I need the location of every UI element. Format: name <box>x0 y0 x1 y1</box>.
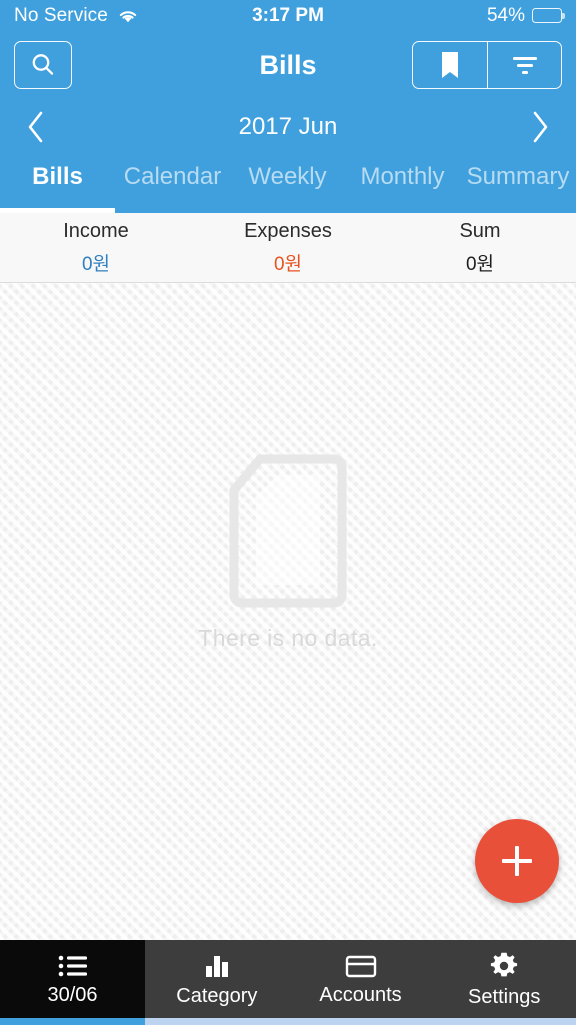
bottom-tab-category[interactable]: Category <box>145 940 289 1018</box>
summary-label-expenses: Expenses <box>244 219 332 242</box>
bottom-tab-settings[interactable]: Settings <box>432 940 576 1018</box>
plus-icon <box>502 846 532 876</box>
wifi-icon <box>117 8 139 24</box>
summary-label-sum: Sum <box>459 219 501 242</box>
current-month-label: 2017 Jun <box>238 113 338 140</box>
empty-state: There is no data. <box>0 453 576 652</box>
active-tab-indicator <box>0 208 115 213</box>
bottom-tab-bills[interactable]: 30/06 <box>0 940 145 1018</box>
home-indicator-bar <box>0 1018 576 1025</box>
status-bar-left: No Service <box>14 5 139 27</box>
summary-column-expenses: Expenses 0원 <box>192 220 384 276</box>
content-area: There is no data. <box>0 283 576 940</box>
nav-bar: Bills <box>0 31 576 99</box>
credit-card-icon <box>345 954 377 978</box>
app-root: No Service 3:17 PM 54% Bills 2017 Jun Bi… <box>0 0 576 1025</box>
battery-percent-label: 54% <box>486 4 525 26</box>
bottom-tab-settings-label: Settings <box>468 985 541 1008</box>
empty-state-text: There is no data. <box>198 625 378 651</box>
battery-icon <box>532 8 565 23</box>
tab-monthly[interactable]: Monthly <box>345 155 460 191</box>
filter-icon <box>509 52 541 78</box>
search-icon <box>29 51 57 79</box>
add-record-button[interactable] <box>475 819 559 903</box>
summary-label-income: Income <box>63 219 129 242</box>
bookmark-icon <box>439 50 461 80</box>
status-bar: No Service 3:17 PM 54% <box>0 0 576 31</box>
summary-value-expenses: 0원 <box>273 253 303 275</box>
status-bar-right: 54% <box>486 4 565 27</box>
document-icon <box>222 453 354 609</box>
bottom-tab-category-label: Category <box>176 984 258 1007</box>
summary-bar: Income 0원 Expenses 0원 Sum 0원 <box>0 213 576 283</box>
tab-summary[interactable]: Summary <box>460 155 576 191</box>
filter-button[interactable] <box>487 42 561 88</box>
bottom-tab-bills-label: 30/06 <box>47 983 98 1006</box>
carrier-label: No Service <box>14 4 108 26</box>
header: No Service 3:17 PM 54% Bills 2017 Jun Bi… <box>0 0 576 213</box>
home-indicator-right <box>145 1018 576 1025</box>
bar-chart-icon <box>203 953 231 979</box>
gear-icon <box>490 952 518 980</box>
bottom-tab-accounts[interactable]: Accounts <box>289 940 433 1018</box>
view-tabs: Bills Calendar Weekly Monthly Summary <box>0 155 576 213</box>
list-icon <box>58 954 88 978</box>
month-navigator: 2017 Jun <box>0 99 576 155</box>
bottom-tab-accounts-label: Accounts <box>319 983 402 1006</box>
bookmark-button[interactable] <box>413 42 487 88</box>
summary-value-sum: 0원 <box>465 253 495 275</box>
tab-bills[interactable]: Bills <box>0 155 115 191</box>
summary-value-income: 0원 <box>81 253 111 275</box>
prev-month-button[interactable] <box>20 106 52 148</box>
bottom-tab-bar: 30/06 Category Accounts Settings <box>0 940 576 1018</box>
tab-weekly[interactable]: Weekly <box>230 155 345 191</box>
home-indicator-left <box>0 1018 145 1025</box>
nav-actions-segmented <box>412 41 562 89</box>
next-month-button[interactable] <box>524 106 556 148</box>
tab-calendar[interactable]: Calendar <box>115 155 230 191</box>
summary-column-income: Income 0원 <box>0 220 192 276</box>
search-button[interactable] <box>14 41 72 89</box>
summary-column-sum: Sum 0원 <box>384 220 576 276</box>
